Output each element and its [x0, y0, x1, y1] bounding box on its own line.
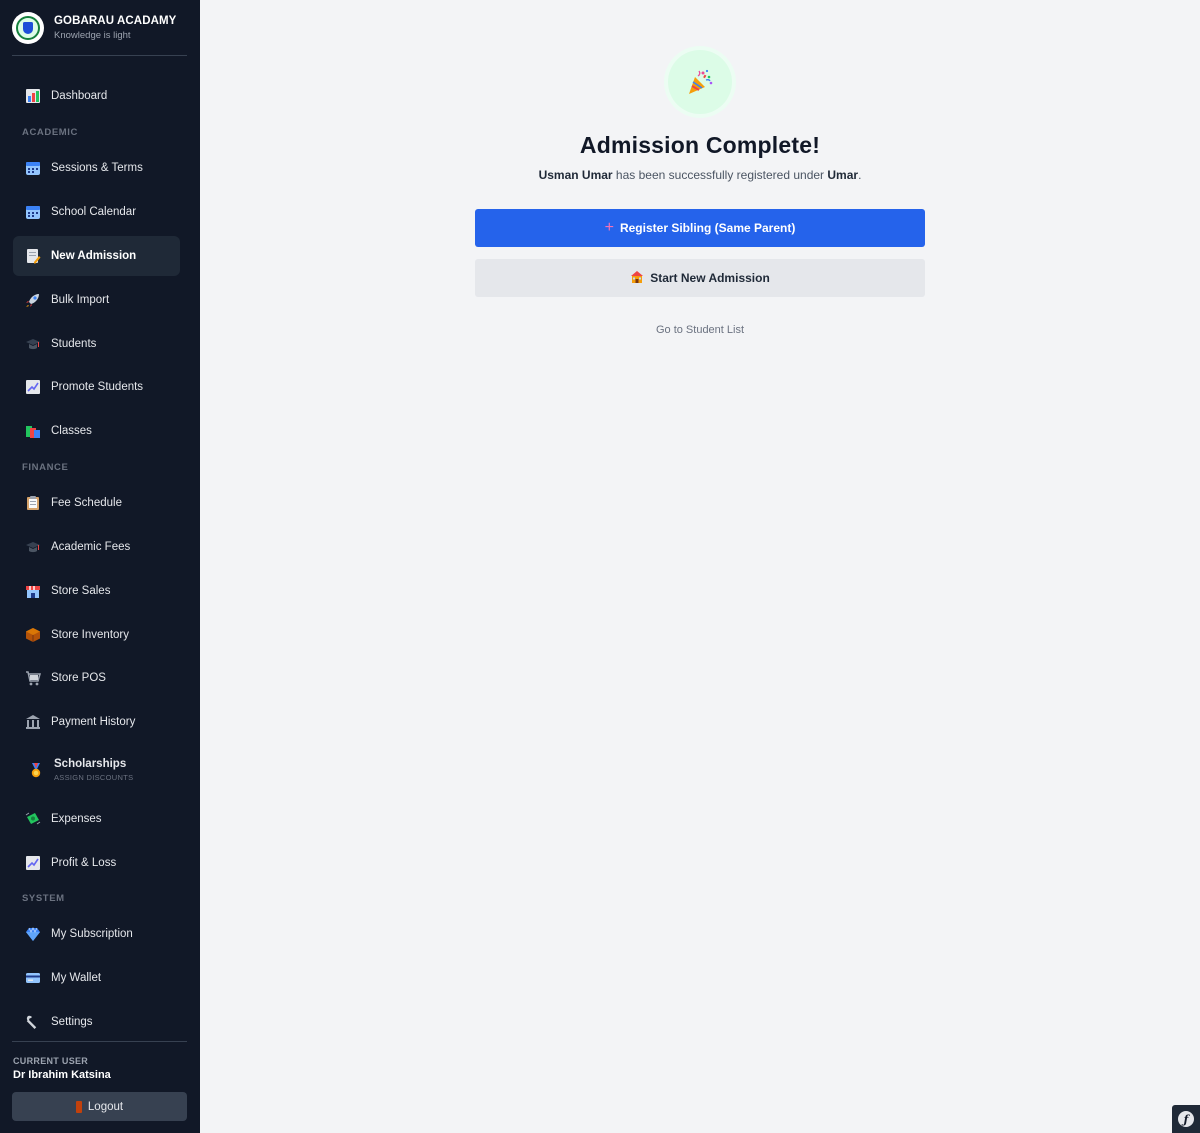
student-list-link[interactable]: Go to Student List — [200, 324, 1200, 336]
clipboard-icon — [24, 495, 41, 512]
parent-name: Umar — [827, 168, 859, 182]
package-icon — [24, 627, 41, 644]
sidebar-item-sessions[interactable]: Sessions & Terms — [13, 148, 180, 188]
register-sibling-button[interactable]: + Register Sibling (Same Parent) — [475, 209, 925, 247]
sidebar-item-new-admission[interactable]: New Admission — [13, 236, 180, 276]
diamond-icon — [24, 926, 41, 943]
brand[interactable]: GOBARAU ACADAMY Knowledge is light — [12, 10, 187, 56]
success-message: Usman Umar has been successfully registe… — [538, 168, 862, 182]
sidebar-item-profit-loss[interactable]: Profit & Loss — [13, 843, 180, 883]
sidebar: GOBARAU ACADAMY Knowledge is light Dashb… — [0, 0, 200, 1133]
brand-tagline: Knowledge is light — [54, 30, 131, 41]
trend-chart-icon — [24, 379, 41, 396]
trend-chart-icon — [24, 855, 41, 872]
credit-card-icon — [24, 970, 41, 987]
brand-name: GOBARAU ACADAMY — [54, 15, 177, 27]
sidebar-item-expenses[interactable]: Expenses — [13, 799, 180, 839]
medal-icon — [27, 762, 44, 779]
student-name: Usman Umar — [538, 168, 613, 182]
sidebar-item-fee-schedule[interactable]: Fee Schedule — [13, 483, 180, 523]
start-new-admission-button[interactable]: Start New Admission — [475, 259, 925, 297]
sidebar-item-dashboard[interactable]: Dashboard — [13, 76, 180, 116]
app-root: GOBARAU ACADAMY Knowledge is light Dashb… — [0, 0, 1200, 1133]
bar-chart-icon — [24, 88, 41, 105]
sidebar-item-store-inventory[interactable]: Store Inventory — [13, 615, 180, 655]
sidebar-divider — [12, 1041, 187, 1042]
sidebar-item-bulk-import[interactable]: Bulk Import — [13, 280, 180, 320]
page-title: Admission Complete! — [579, 132, 821, 158]
logout-button[interactable]: Logout — [12, 1092, 187, 1121]
books-icon — [24, 423, 41, 440]
plus-icon: + — [604, 219, 614, 236]
sidebar-item-classes[interactable]: Classes — [13, 411, 180, 451]
door-icon — [75, 1100, 82, 1113]
current-user-name: Dr Ibrahim Katsina — [13, 1069, 111, 1081]
sidebar-item-scholarships[interactable]: Scholarships ASSIGN DISCOUNTS — [13, 749, 180, 791]
sidebar-item-calendar[interactable]: School Calendar — [13, 192, 180, 232]
wrench-icon — [24, 1014, 41, 1031]
sidebar-item-store-sales[interactable]: Store Sales — [13, 571, 180, 611]
section-label-academic: ACADEMIC — [22, 127, 78, 138]
sidebar-item-wallet[interactable]: My Wallet — [13, 958, 180, 998]
sidebar-item-settings[interactable]: Settings — [13, 1002, 180, 1042]
sidebar-item-store-pos[interactable]: Store POS — [13, 658, 180, 698]
current-user-label: CURRENT USER — [13, 1056, 89, 1066]
scholarships-subtitle: ASSIGN DISCOUNTS — [54, 773, 134, 782]
cart-icon — [24, 670, 41, 687]
store-icon — [24, 583, 41, 600]
party-popper-icon — [668, 50, 732, 114]
school-logo-icon — [12, 12, 44, 44]
sidebar-item-subscription[interactable]: My Subscription — [13, 914, 180, 954]
bank-icon — [24, 714, 41, 731]
main-content: Admission Complete! Usman Umar has been … — [200, 0, 1200, 1133]
sidebar-item-students[interactable]: Students — [13, 324, 180, 364]
sidebar-item-payment-history[interactable]: Payment History — [13, 702, 180, 742]
sidebar-item-promote[interactable]: Promote Students — [13, 367, 180, 407]
section-label-finance: FINANCE — [22, 462, 69, 473]
calendar-icon — [24, 160, 41, 177]
document-pencil-icon — [24, 248, 41, 265]
calendar-icon — [24, 204, 41, 221]
section-label-system: SYSTEM — [22, 893, 65, 904]
school-icon — [630, 270, 644, 287]
graduation-cap-icon — [24, 539, 41, 556]
debug-toolbar-icon[interactable]: ƒ — [1172, 1105, 1200, 1133]
logout-label: Logout — [87, 1100, 124, 1113]
sidebar-item-academic-fees[interactable]: Academic Fees — [13, 527, 180, 567]
flying-money-icon — [24, 811, 41, 828]
rocket-icon — [24, 292, 41, 309]
graduation-cap-icon — [24, 336, 41, 353]
